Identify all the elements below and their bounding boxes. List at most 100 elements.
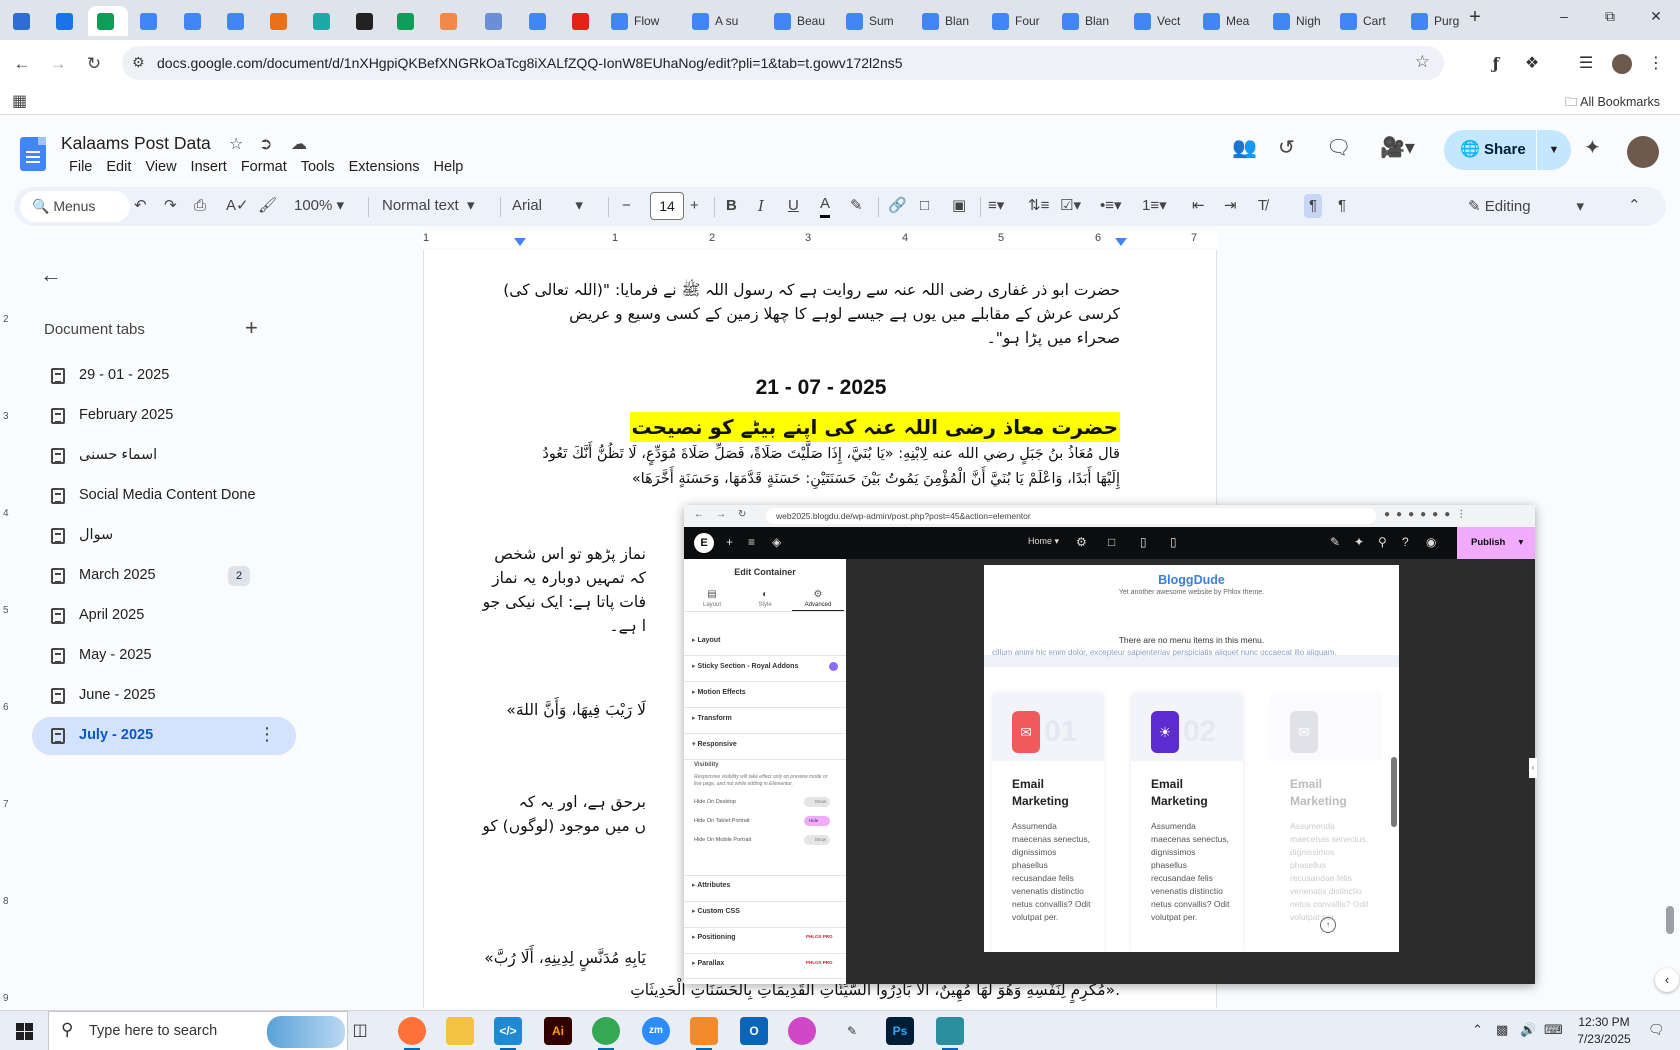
cloud-status-icon[interactable]: ☁ bbox=[291, 134, 307, 154]
file-explorer-icon[interactable] bbox=[446, 1017, 474, 1045]
address-bar[interactable]: ⚙ docs.google.com/document/d/1nXHgpiQKBe… bbox=[122, 46, 1444, 80]
firefox-icon[interactable] bbox=[398, 1017, 426, 1050]
app-icon[interactable] bbox=[936, 1017, 964, 1050]
task-view-icon[interactable]: ◫ bbox=[346, 1017, 374, 1045]
meet-icon[interactable]: 🎥▾ bbox=[1380, 135, 1415, 160]
browser-tab[interactable] bbox=[131, 6, 171, 36]
italic-icon[interactable]: I bbox=[758, 194, 764, 218]
menu-edit[interactable]: Edit bbox=[99, 159, 138, 175]
panel-section[interactable]: Parallax bbox=[692, 959, 724, 967]
browser-tab[interactable] bbox=[218, 6, 258, 36]
arabic-line[interactable]: إِلَيْهَا أَبَدًا، وَاعْلَمْ يَا بُنَيَّ… bbox=[632, 467, 1120, 492]
edit-icon[interactable]: ✎ bbox=[1330, 535, 1340, 549]
extension-icon[interactable]: ƒ bbox=[1482, 50, 1510, 78]
extensions-puzzle-icon[interactable]: ❖ bbox=[1518, 50, 1546, 78]
desktop-view-icon[interactable]: □ bbox=[1108, 535, 1115, 549]
share-button[interactable]: 🌐 Share bbox=[1444, 130, 1536, 170]
new-tab-button[interactable]: + bbox=[1457, 6, 1493, 28]
menu-file[interactable]: File bbox=[62, 159, 99, 175]
preview-scrollbar[interactable] bbox=[1391, 757, 1397, 827]
visibility-toggle[interactable]: Show bbox=[804, 835, 830, 845]
browser-tab[interactable]: Beau bbox=[765, 6, 839, 36]
editing-mode-select[interactable]: ✎ Editing ▾ bbox=[1468, 191, 1611, 222]
sidebar-tab[interactable]: June - 2025 bbox=[32, 677, 296, 715]
text-color-icon[interactable]: A bbox=[820, 194, 831, 218]
arabic-line[interactable]: قال مُعَاذُ بنُ جَبَلٍ رضي الله عنه لِاب… bbox=[542, 442, 1120, 467]
sidebar-tab[interactable]: سوال bbox=[32, 517, 296, 555]
service-card[interactable]: ☀ 02 Email Marketing Assumenda maecenas sen… bbox=[1131, 693, 1243, 952]
align-icon[interactable]: ≡▾ bbox=[988, 194, 1004, 218]
panel-collapse-handle[interactable]: ‹ bbox=[1529, 758, 1537, 778]
browser-tab[interactable] bbox=[88, 6, 128, 36]
zoom-select[interactable]: 100% ▾ bbox=[294, 194, 344, 218]
browser-tab[interactable]: Blan bbox=[1053, 6, 1127, 36]
checklist-icon[interactable]: ☑▾ bbox=[1060, 194, 1081, 218]
publish-button[interactable]: Publish ▾ bbox=[1457, 527, 1535, 559]
maximize-button[interactable]: ⧉ bbox=[1592, 8, 1628, 30]
outlook-icon[interactable]: O bbox=[740, 1017, 768, 1045]
profile-avatar[interactable] bbox=[1608, 50, 1636, 78]
share-options-button[interactable]: ▼ bbox=[1537, 130, 1571, 170]
panel-tab-layout[interactable]: ▤ Layout bbox=[686, 589, 738, 608]
paragraph-line[interactable]: برحق ہے، اور یہ کہ bbox=[519, 790, 646, 815]
font-size-input[interactable]: 14 bbox=[650, 192, 684, 220]
date-heading[interactable]: 21 - 07 - 2025 bbox=[424, 376, 1216, 400]
highlighted-heading[interactable]: حضرت معاذ رضی اللہ عنہ کی اپنے بیٹے کو ن… bbox=[629, 412, 1120, 442]
version-history-icon[interactable]: ↺ bbox=[1278, 135, 1295, 160]
left-indent-marker[interactable] bbox=[514, 238, 526, 246]
browser-tab[interactable] bbox=[347, 6, 387, 36]
forward-icon[interactable]: → bbox=[716, 509, 726, 520]
media-control-icon[interactable]: ☰ bbox=[1572, 50, 1600, 78]
browser-tab[interactable] bbox=[175, 6, 215, 36]
reload-icon[interactable]: ↻ bbox=[738, 509, 746, 520]
structure-icon[interactable]: ◈ bbox=[772, 535, 781, 549]
add-tab-icon[interactable]: + bbox=[245, 315, 258, 341]
help-icon[interactable]: ? bbox=[1402, 535, 1409, 549]
page-select[interactable]: Home ▾ bbox=[1028, 536, 1059, 547]
sidebar-tab[interactable]: May - 2025 bbox=[32, 637, 296, 675]
menu-view[interactable]: View bbox=[138, 159, 183, 175]
browser-tab[interactable]: Nigh bbox=[1264, 6, 1338, 36]
service-card[interactable]: ✉ Email Marketing Assumenda maecenas senec… bbox=[1270, 693, 1382, 952]
panel-section[interactable]: Sticky Section - Royal Addons bbox=[692, 662, 798, 670]
add-element-icon[interactable]: + bbox=[726, 535, 733, 549]
browser-tab[interactable]: Blan bbox=[913, 6, 987, 36]
menu-help[interactable]: Help bbox=[427, 159, 471, 175]
paragraph-line[interactable]: لَا رَيْبَ فِيهَا، وَأَنَّ اللهَ» bbox=[506, 698, 646, 723]
mobile-view-icon[interactable]: ▯ bbox=[1170, 535, 1177, 549]
overlay-extension-icons[interactable]: ●●●●●●⋮ bbox=[1384, 509, 1472, 520]
menu-tools[interactable]: Tools bbox=[294, 159, 342, 175]
volume-icon[interactable]: 🔊 bbox=[1520, 1022, 1536, 1038]
paragraph-line[interactable]: نماز پڑھو تو اس شخص bbox=[494, 542, 646, 567]
forward-button[interactable]: → bbox=[44, 50, 72, 78]
photoshop-icon[interactable]: Ps bbox=[886, 1017, 914, 1045]
network-icon[interactable]: ▩ bbox=[1496, 1022, 1508, 1038]
decrease-indent-icon[interactable]: ⇤ bbox=[1192, 194, 1205, 218]
panel-section[interactable]: Layout bbox=[692, 636, 720, 644]
document-title[interactable]: Kalaams Post Data bbox=[61, 133, 211, 154]
browser-tab[interactable]: A su bbox=[683, 6, 757, 36]
style-select[interactable]: Normal text ▾ bbox=[382, 194, 475, 218]
browser-tab[interactable] bbox=[476, 6, 516, 36]
panel-section[interactable]: Motion Effects bbox=[692, 688, 745, 696]
bold-icon[interactable]: B bbox=[726, 194, 737, 218]
browser-tab[interactable]: Vect bbox=[1125, 6, 1199, 36]
browser-tab[interactable] bbox=[4, 6, 44, 36]
browser-tab[interactable] bbox=[431, 6, 471, 36]
rtl-icon[interactable]: ¶ bbox=[1338, 194, 1346, 218]
print-icon[interactable]: ⎙ bbox=[194, 194, 206, 218]
panel-tab-style[interactable]: ◐ Style bbox=[739, 589, 791, 608]
sidebar-tab[interactable]: April 2025 bbox=[32, 597, 296, 635]
menu-extensions[interactable]: Extensions bbox=[342, 159, 427, 175]
overlay-url[interactable]: web2025.blogdu.de/wp-admin/post.php?post… bbox=[766, 508, 1376, 524]
paragraph-line[interactable]: يَابِهِ مُدَنَّسٍ لِدِينِهِ، أَلَا رُبَّ… bbox=[484, 946, 646, 971]
url-text[interactable]: docs.google.com/document/d/1nXHgpiQKBefX… bbox=[157, 55, 903, 71]
browser-tab[interactable]: Cart bbox=[1331, 6, 1405, 36]
decrease-font-size-icon[interactable]: − bbox=[622, 194, 631, 218]
document-scrollbar[interactable] bbox=[1662, 250, 1678, 1008]
illustrator-icon[interactable]: Ai bbox=[544, 1017, 572, 1045]
site-info-icon[interactable]: ⚙ bbox=[132, 54, 145, 71]
undo-icon[interactable]: ↶ bbox=[134, 194, 147, 218]
browser-tab[interactable]: Sum bbox=[837, 6, 911, 36]
scroll-top-icon[interactable]: ↑ bbox=[1320, 917, 1336, 933]
